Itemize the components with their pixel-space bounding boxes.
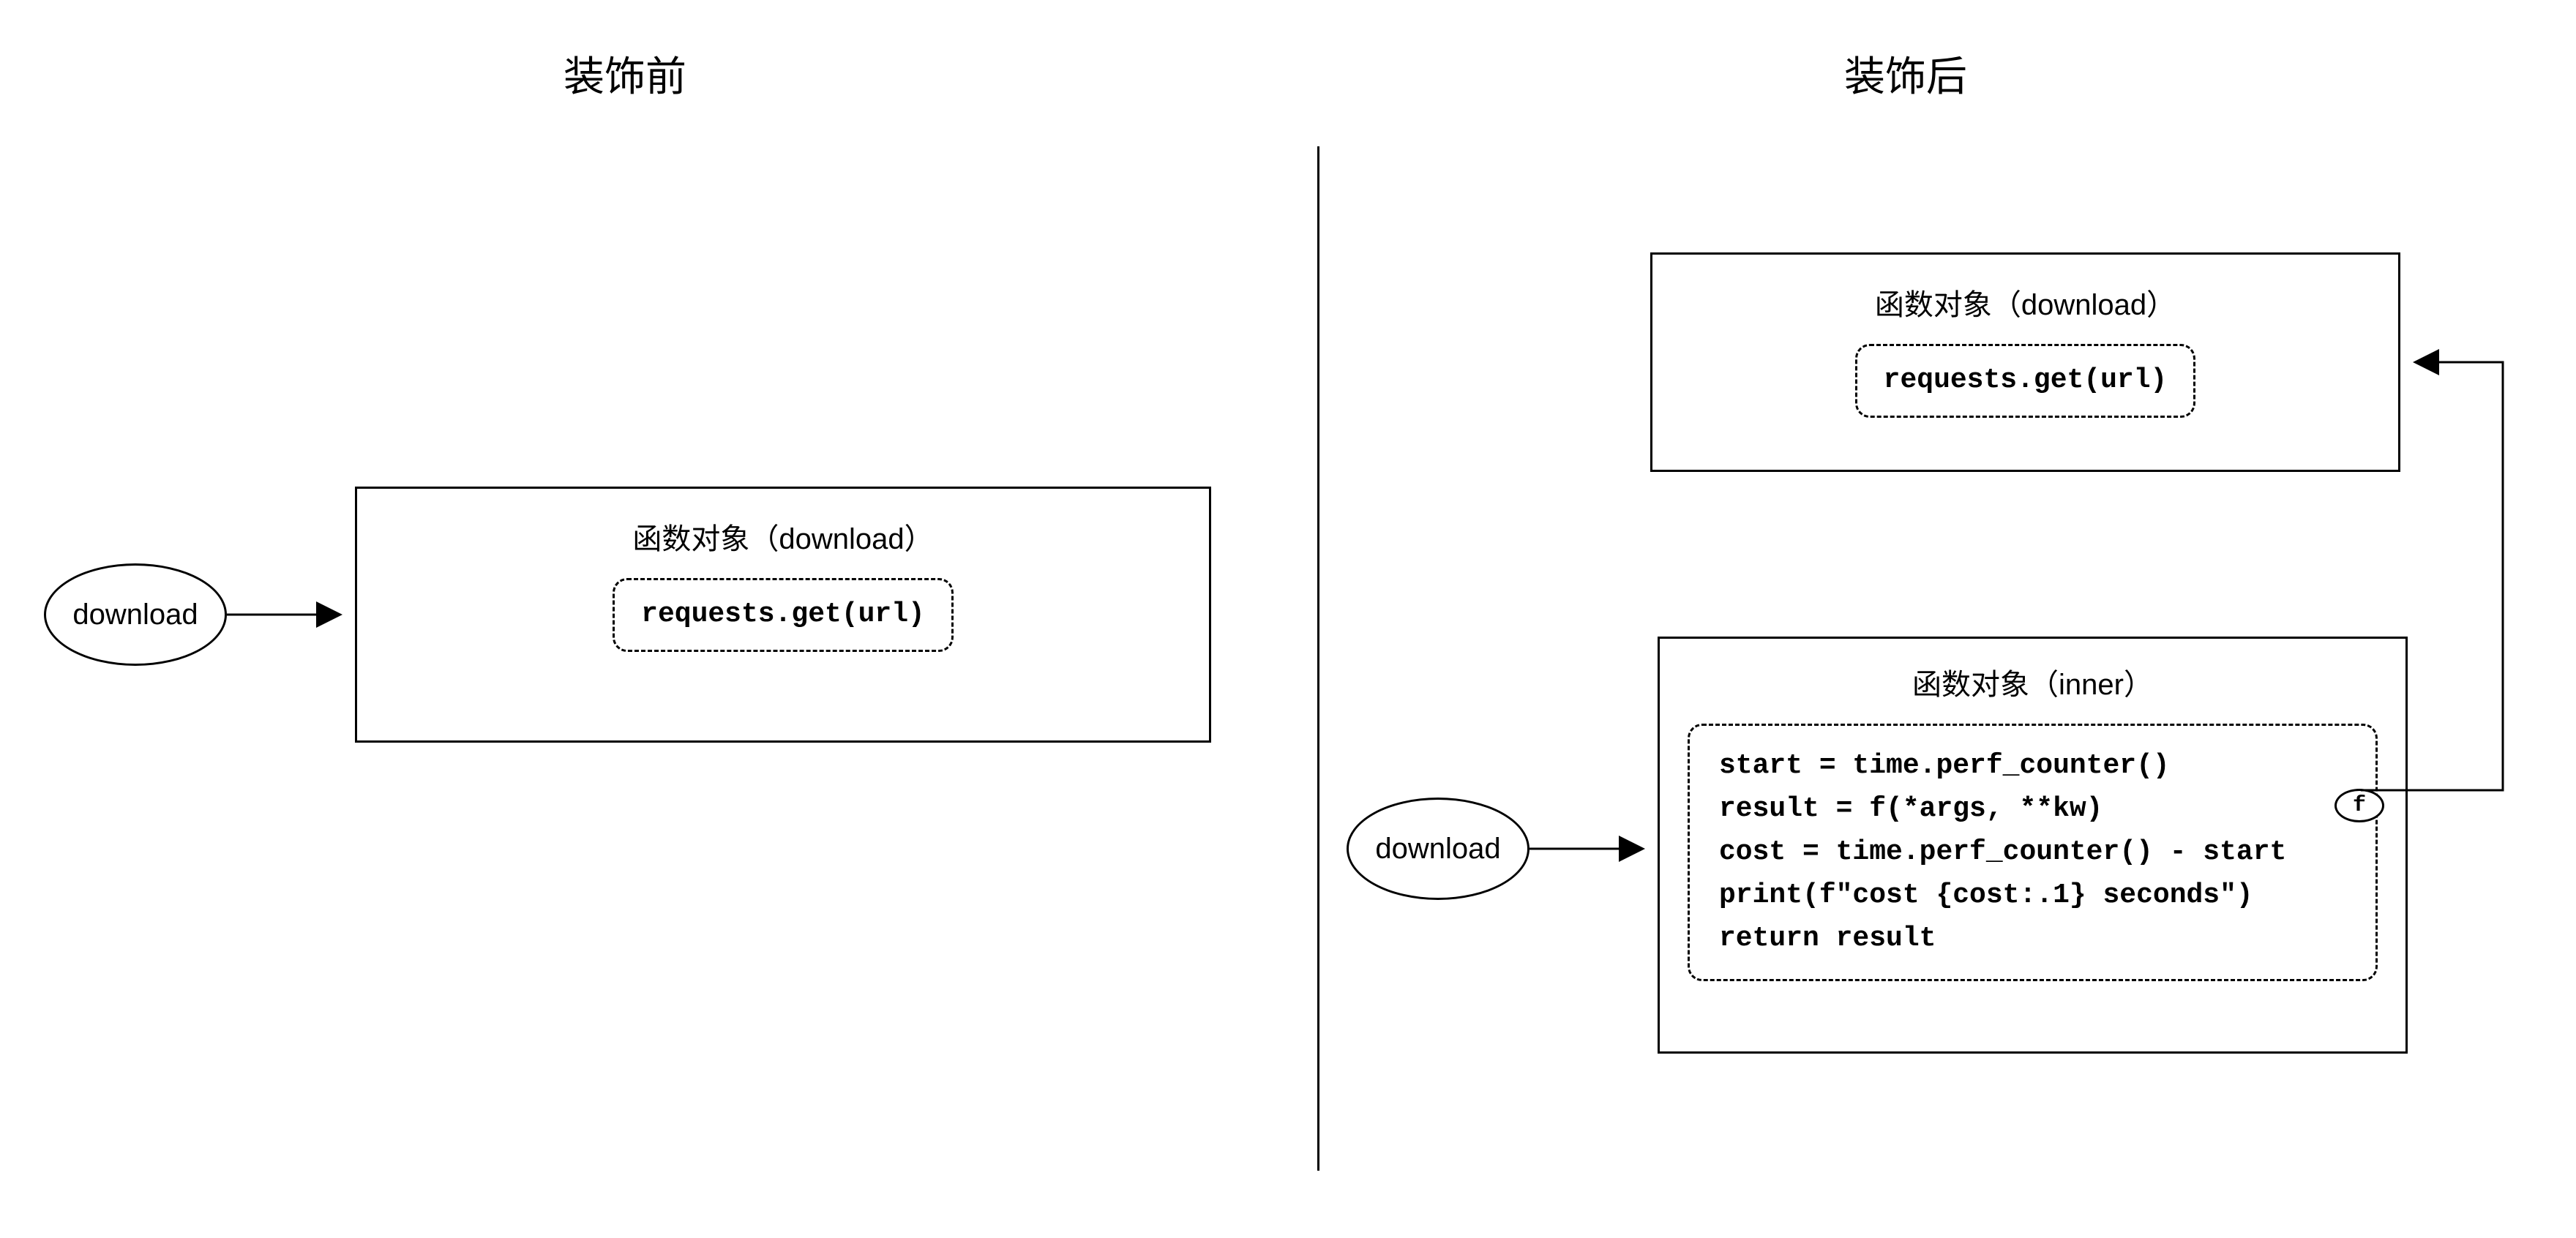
code-box-multi: start = time.perf_counter() result = f(*… [1688,724,2378,981]
ellipse-download-left: download [44,563,227,666]
code-box: requests.get(url) [1855,344,2196,418]
ellipse-download-right: download [1347,798,1530,900]
function-object-box-inner: 函数对象（inner） start = time.perf_counter() … [1658,637,2408,1054]
heading-before: 装饰前 [564,44,686,103]
box-title: 函数对象（inner） [1912,661,2153,703]
arrow-right-to-inner [1530,834,1658,863]
vertical-divider [1317,146,1319,1171]
arrow-f-to-download [2371,344,2547,812]
box-title: 函数对象（download） [632,515,933,558]
heading-after: 装饰后 [1844,44,1967,103]
function-object-box-left: 函数对象（download） requests.get(url) [355,487,1211,743]
ellipse-label: download [1375,833,1500,866]
function-object-box-download-right: 函数对象（download） requests.get(url) [1650,252,2400,472]
code-box: requests.get(url) [613,578,954,652]
arrow-left [227,600,355,629]
box-title: 函数对象（download） [1875,281,2176,323]
ellipse-label: download [72,599,198,631]
closure-label: f [2353,793,2366,818]
